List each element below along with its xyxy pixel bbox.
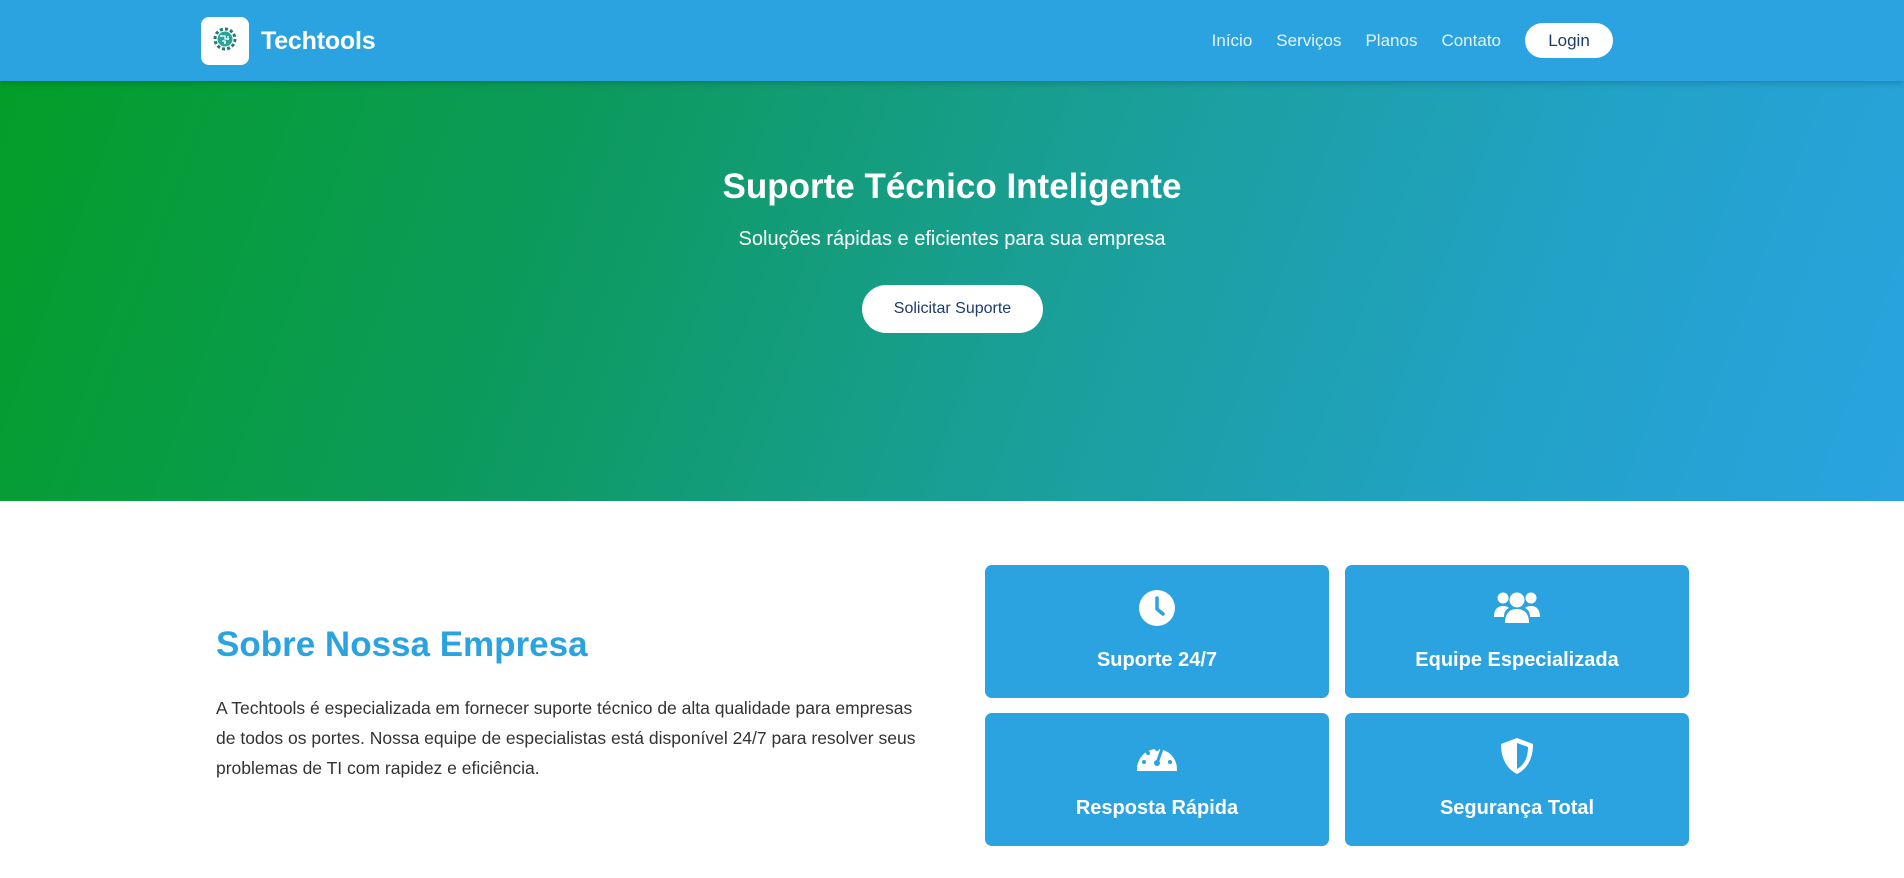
feature-card-support-24-7[interactable]: Suporte 24/7 <box>985 565 1329 698</box>
brand[interactable]: Techtools <box>201 17 376 65</box>
hero-title: Suporte Técnico Inteligente <box>722 167 1182 206</box>
nav-link-contato[interactable]: Contato <box>1441 31 1501 51</box>
nav-link-planos[interactable]: Planos <box>1365 31 1417 51</box>
shield-icon <box>1345 737 1689 777</box>
feature-label: Suporte 24/7 <box>1096 649 1218 671</box>
hero-section: Suporte Técnico Inteligente Soluções ráp… <box>0 81 1904 501</box>
nav-link-inicio[interactable]: Início <box>1212 31 1253 51</box>
circuit-gear-icon <box>210 24 240 59</box>
nav-link-servicos[interactable]: Serviços <box>1276 31 1341 51</box>
hero-subtitle: Soluções rápidas e eficientes para sua e… <box>738 228 1166 250</box>
logo <box>201 17 249 65</box>
navbar: Techtools Início Serviços Planos Contato… <box>0 0 1904 81</box>
nav-menu: Início Serviços Planos Contato Login <box>1212 23 1613 58</box>
feature-card-specialized-team[interactable]: Equipe Especializada <box>1345 565 1689 698</box>
feature-label: Resposta Rápida <box>1075 797 1239 819</box>
feature-card-total-security[interactable]: Segurança Total <box>1345 713 1689 846</box>
brand-name: Techtools <box>261 26 376 55</box>
request-support-button[interactable]: Solicitar Suporte <box>862 285 1043 333</box>
login-button[interactable]: Login <box>1525 23 1613 58</box>
feature-label: Segurança Total <box>1439 797 1595 819</box>
users-icon <box>1345 589 1689 629</box>
feature-card-fast-response[interactable]: Resposta Rápida <box>985 713 1329 846</box>
feature-label: Equipe Especializada <box>1415 649 1619 671</box>
about-text: A Techtools é especializada em fornecer … <box>216 698 916 778</box>
clock-icon <box>985 589 1329 629</box>
speedometer-icon <box>985 737 1329 777</box>
about-title: Sobre Nossa Empresa <box>216 625 588 664</box>
